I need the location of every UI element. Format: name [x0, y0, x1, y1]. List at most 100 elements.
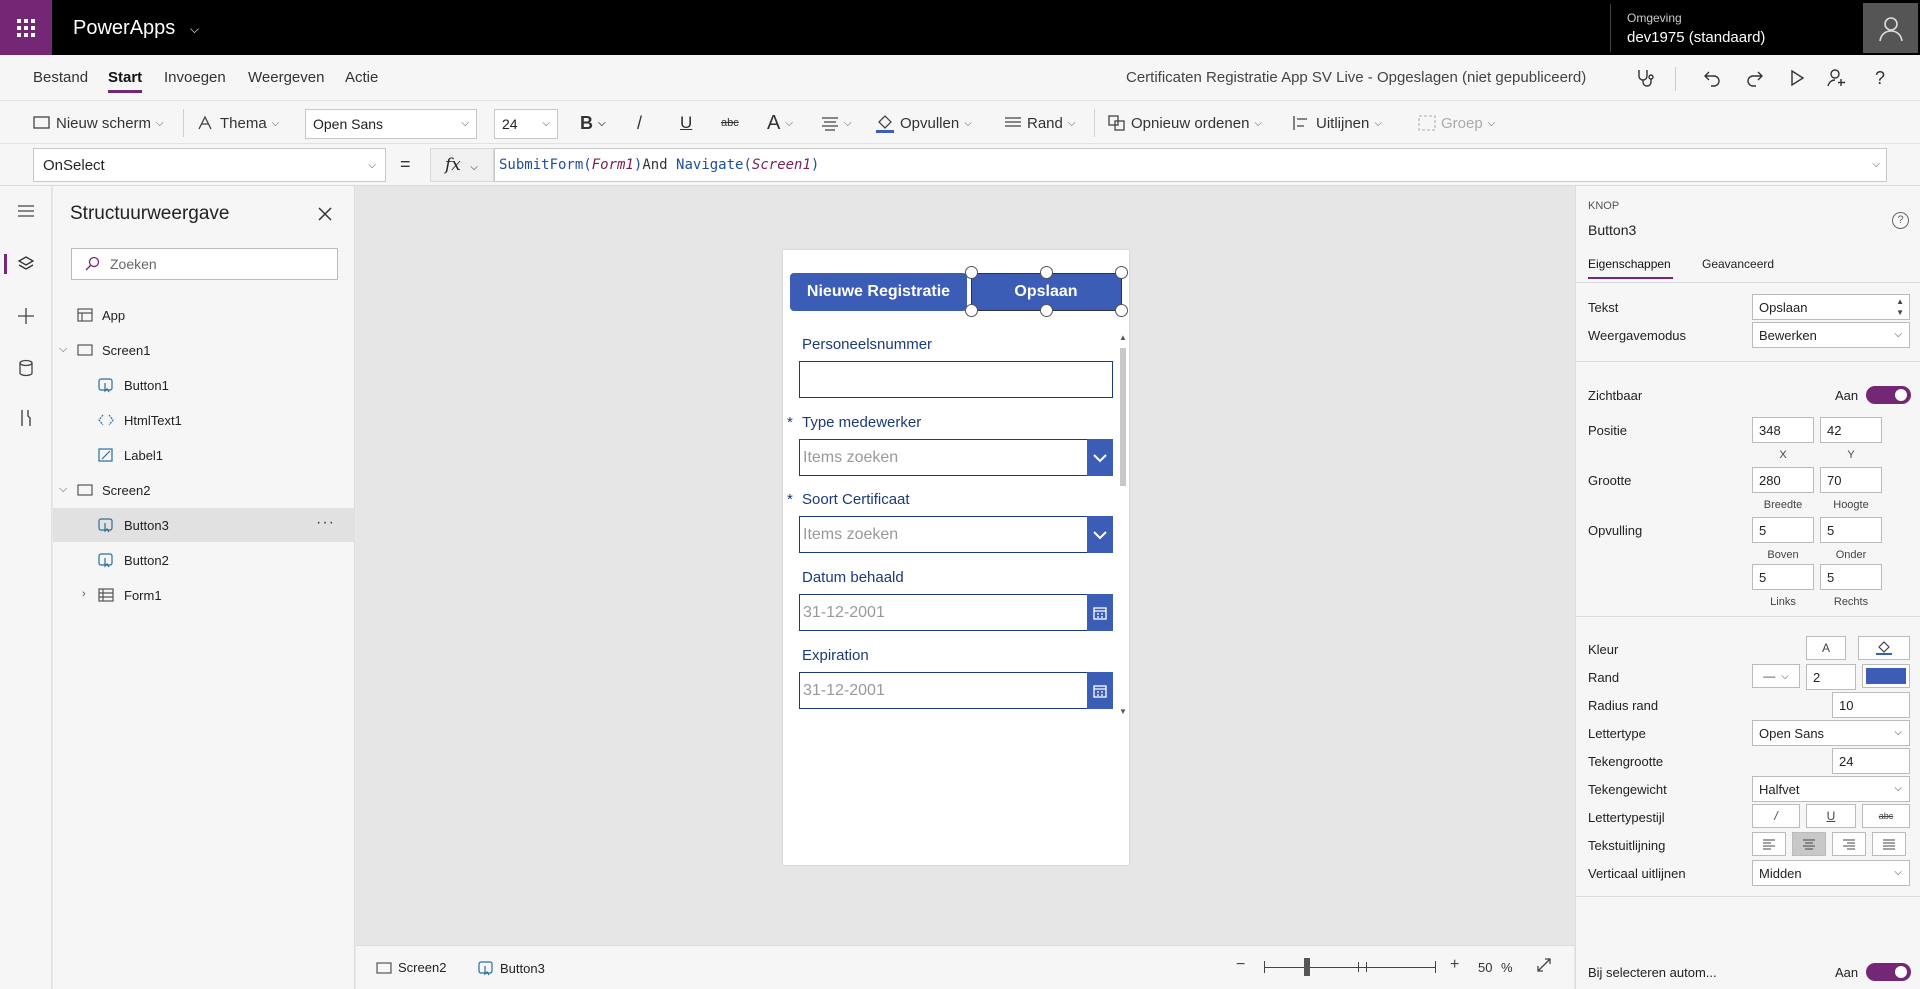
align-justify-button[interactable] — [1872, 832, 1906, 856]
bold-button[interactable]: B ⌵ — [580, 109, 606, 137]
text-align-button[interactable]: ⌵ — [821, 109, 852, 137]
hamburger-menu-button[interactable] — [0, 191, 52, 231]
font-size-select[interactable]: 24 ⌵ — [494, 109, 558, 139]
data-button[interactable] — [0, 348, 52, 388]
calendar-button[interactable] — [1087, 672, 1113, 709]
fx-button[interactable]: fx ⌵ — [430, 148, 494, 182]
chevron-right-icon[interactable]: › — [82, 588, 86, 600]
calendar-button[interactable] — [1087, 594, 1113, 631]
menu-weergeven[interactable]: Weergeven — [248, 69, 324, 86]
close-button[interactable] — [311, 200, 339, 228]
app-name[interactable]: PowerApps — [73, 17, 175, 40]
border-width-input[interactable]: 2 — [1806, 664, 1856, 690]
resize-handle[interactable] — [1040, 266, 1053, 279]
app-launcher-button[interactable] — [0, 0, 52, 55]
align-left-button[interactable] — [1752, 832, 1786, 856]
property-select[interactable]: OnSelect ⌵ — [33, 148, 386, 182]
zoom-out-button[interactable]: − — [1236, 956, 1245, 974]
search-input[interactable]: Zoeken — [71, 248, 338, 280]
autoselect-toggle[interactable] — [1866, 963, 1911, 981]
chevron-down-icon[interactable]: ⌵ — [59, 343, 67, 356]
border-button[interactable]: Rand ⌵ — [1004, 109, 1075, 137]
app-screen-preview[interactable]: Nieuwe Registratie Opslaan Personeelsnum… — [783, 250, 1129, 865]
font-size-input[interactable]: 24 — [1832, 748, 1910, 774]
formula-input[interactable]: SubmitForm(Form1)And Navigate(Screen1) ⌵ — [494, 148, 1887, 182]
scroll-down-icon[interactable]: ▼ — [1119, 707, 1127, 716]
zoom-in-button[interactable]: + — [1450, 956, 1459, 974]
tree-item-form1[interactable]: › Form1 — [53, 578, 355, 612]
share-button[interactable] — [1822, 63, 1852, 93]
chevron-down-icon[interactable]: ⌵ — [1872, 159, 1880, 170]
menu-actie[interactable]: Actie — [345, 69, 378, 86]
control-name[interactable]: Button3 — [1588, 222, 1636, 238]
italic-button[interactable]: / — [637, 109, 642, 137]
position-x-input[interactable]: 348 — [1752, 417, 1814, 443]
padding-right-input[interactable]: 5 — [1820, 564, 1882, 590]
underline-button[interactable]: U — [1806, 804, 1856, 828]
strikethrough-button[interactable]: abc — [1862, 804, 1910, 828]
form-scrollbar[interactable] — [1120, 348, 1126, 486]
reorder-button[interactable]: Opnieuw ordenen ⌵ — [1108, 109, 1262, 137]
menu-invoegen[interactable]: Invoegen — [164, 69, 226, 86]
breadcrumb-screen[interactable]: Screen2 — [376, 960, 446, 975]
fill-button[interactable]: Opvullen ⌵ — [875, 109, 972, 137]
padding-top-input[interactable]: 5 — [1752, 517, 1814, 543]
position-y-input[interactable]: 42 — [1820, 417, 1882, 443]
undo-button[interactable] — [1697, 63, 1727, 93]
align-right-button[interactable] — [1832, 832, 1866, 856]
border-style-select[interactable]: — ⌵ — [1752, 664, 1800, 688]
breadcrumb-control[interactable]: Button3 — [478, 960, 545, 976]
environment-label[interactable]: Omgeving — [1627, 11, 1682, 25]
align-center-button[interactable] — [1792, 832, 1826, 856]
advanced-tools-button[interactable] — [0, 398, 52, 438]
underline-button[interactable]: U — [680, 109, 692, 137]
app-checker-button[interactable] — [1630, 63, 1660, 93]
height-input[interactable]: 70 — [1820, 467, 1882, 493]
preview-button[interactable] — [1782, 63, 1812, 93]
mode-select[interactable]: Bewerken ⌵ — [1752, 322, 1910, 348]
padding-left-input[interactable]: 5 — [1752, 564, 1814, 590]
italic-button[interactable]: / — [1752, 804, 1800, 828]
width-input[interactable]: 280 — [1752, 467, 1814, 493]
resize-handle[interactable] — [965, 304, 978, 317]
chevron-down-icon[interactable]: ⌵ — [59, 483, 67, 496]
theme-button[interactable]: Thema ⌵ — [197, 109, 279, 137]
avatar[interactable] — [1863, 3, 1918, 53]
resize-handle[interactable] — [1115, 304, 1128, 317]
soort-certificaat-combobox[interactable]: Items zoeken — [799, 516, 1113, 553]
datum-behaald-datepicker[interactable]: 31-12-2001 — [799, 594, 1113, 631]
dropdown-button[interactable] — [1087, 439, 1113, 476]
fill-color-button[interactable] — [1858, 636, 1910, 660]
resize-handle[interactable] — [1040, 304, 1053, 317]
font-color-button[interactable]: A ⌵ — [767, 109, 793, 137]
vertical-align-select[interactable]: Midden ⌵ — [1752, 860, 1910, 886]
text-color-button[interactable]: A — [1806, 636, 1846, 660]
zoom-slider-thumb[interactable] — [1304, 958, 1310, 976]
scroll-up-icon[interactable]: ▲ — [1119, 333, 1127, 342]
strikethrough-button[interactable]: abc — [721, 109, 739, 137]
menu-start[interactable]: Start — [108, 69, 143, 93]
zoom-slider-track[interactable] — [1264, 967, 1436, 968]
redo-button[interactable] — [1740, 63, 1770, 93]
visible-toggle[interactable] — [1866, 386, 1911, 404]
tree-view-button[interactable] — [0, 244, 52, 284]
fit-to-window-button[interactable] — [1536, 957, 1552, 976]
tab-advanced[interactable]: Geavanceerd — [1702, 257, 1774, 271]
personeelsnummer-input[interactable] — [799, 361, 1113, 398]
stepper-icon[interactable]: ▲ ▼ — [1896, 296, 1904, 318]
environment-value[interactable]: dev1975 (standaard) — [1627, 29, 1765, 46]
tab-properties[interactable]: Eigenschappen — [1588, 257, 1671, 271]
font-weight-select[interactable]: Halfvet ⌵ — [1752, 776, 1910, 802]
tree-item-button3[interactable]: Button3 ··· — [53, 508, 355, 542]
align-button[interactable]: Uitlijnen ⌵ — [1293, 109, 1382, 137]
dropdown-button[interactable] — [1087, 516, 1113, 553]
tree-item-button2[interactable]: Button2 — [53, 543, 355, 577]
font-select[interactable]: Open Sans ⌵ — [1752, 720, 1910, 746]
help-button[interactable]: ? — [1865, 63, 1895, 93]
tree-item-app[interactable]: App — [53, 298, 355, 332]
text-input[interactable]: Opslaan ▲ ▼ — [1752, 294, 1910, 320]
help-icon[interactable]: ? — [1892, 212, 1909, 229]
font-select[interactable]: Open Sans ⌵ — [305, 109, 477, 139]
chevron-down-icon[interactable]: ⌵ — [190, 22, 199, 37]
tree-item-htmltext1[interactable]: HtmlText1 — [53, 403, 355, 437]
